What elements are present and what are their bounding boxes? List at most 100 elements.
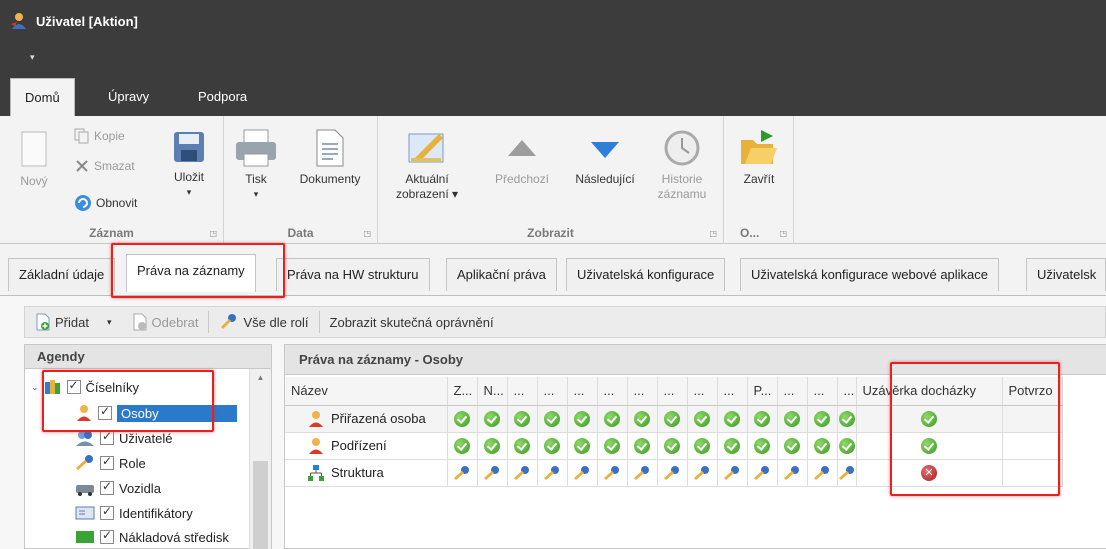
tree-item-role[interactable]: Role bbox=[75, 451, 146, 475]
permission-cell[interactable] bbox=[567, 432, 598, 460]
copy-button[interactable]: Kopie bbox=[74, 128, 125, 144]
permission-cell[interactable] bbox=[477, 405, 508, 433]
collapse-chevron-icon[interactable]: ⌄ bbox=[31, 382, 39, 393]
permission-cell[interactable] bbox=[687, 459, 718, 487]
column-header[interactable]: ... bbox=[657, 377, 688, 406]
permission-cell[interactable] bbox=[537, 405, 568, 433]
permission-cell[interactable] bbox=[447, 459, 478, 487]
permission-cell[interactable] bbox=[507, 459, 538, 487]
tab-prava-na-zaznamy[interactable]: Práva na záznamy bbox=[126, 254, 256, 292]
table-row[interactable]: Podřízení bbox=[285, 432, 1063, 460]
tree-item-ciselniky[interactable]: ⌄ Číselníky bbox=[31, 375, 139, 399]
next-button[interactable]: Následující bbox=[566, 128, 644, 187]
column-header[interactable]: P... bbox=[747, 377, 778, 406]
column-header[interactable]: Uzávěrka docházky bbox=[856, 377, 1003, 406]
column-header[interactable]: ... bbox=[837, 377, 857, 406]
tab-uzivatelska-konfigurace[interactable]: Uživatelská konfigurace bbox=[566, 258, 726, 291]
column-header[interactable]: ... bbox=[567, 377, 598, 406]
tree-item-osoby[interactable]: Osoby bbox=[75, 401, 237, 425]
tab-podpora[interactable]: Podpora bbox=[184, 78, 261, 116]
column-header[interactable]: ... bbox=[537, 377, 568, 406]
permission-cell[interactable] bbox=[657, 432, 688, 460]
print-button[interactable]: Tisk ▾ bbox=[232, 128, 280, 202]
tree-item-uzivatele[interactable]: Uživatelé bbox=[75, 426, 172, 450]
add-dropdown-icon[interactable]: ▾ bbox=[107, 317, 112, 328]
all-by-roles-button[interactable]: Vše dle rolí bbox=[209, 307, 318, 337]
current-view-button[interactable]: Aktuální zobrazení ▾ bbox=[384, 128, 470, 202]
tab-uzivatelska-konfigurace-web[interactable]: Uživatelská konfigurace webové aplikace bbox=[740, 258, 1000, 291]
scroll-up-icon[interactable]: ▲ bbox=[250, 373, 271, 382]
permission-cell[interactable] bbox=[627, 459, 658, 487]
tab-prava-na-hw-strukturu[interactable]: Práva na HW strukturu bbox=[276, 258, 430, 291]
column-header[interactable]: N... bbox=[477, 377, 508, 406]
permission-cell[interactable] bbox=[597, 459, 628, 487]
permission-cell[interactable] bbox=[807, 459, 838, 487]
checkbox-uzivatele[interactable] bbox=[100, 429, 114, 445]
tab-uzivatelsk-truncated[interactable]: Uživatelsk bbox=[1026, 258, 1106, 291]
column-header[interactable]: ... bbox=[507, 377, 538, 406]
history-button[interactable]: Historie záznamu bbox=[650, 128, 714, 202]
scroll-thumb[interactable] bbox=[253, 461, 268, 549]
column-header[interactable]: Z... bbox=[447, 377, 478, 406]
potvrzeni-cell[interactable] bbox=[1002, 432, 1063, 460]
row-name-cell[interactable]: Struktura bbox=[285, 459, 448, 487]
permission-cell[interactable] bbox=[747, 459, 778, 487]
column-header[interactable]: ... bbox=[687, 377, 718, 406]
delete-button[interactable]: Smazat bbox=[74, 158, 135, 174]
add-button[interactable]: Přidat ▾ bbox=[25, 307, 122, 337]
row-name-cell[interactable]: Přiřazená osoba bbox=[285, 405, 448, 433]
column-header[interactable]: ... bbox=[717, 377, 748, 406]
permission-cell[interactable] bbox=[837, 405, 857, 433]
permission-cell[interactable] bbox=[597, 432, 628, 460]
group-launcher-icon[interactable]: ◳ bbox=[709, 229, 717, 238]
permission-cell[interactable] bbox=[597, 405, 628, 433]
previous-button[interactable]: Předchozí bbox=[486, 128, 558, 187]
permission-cell[interactable] bbox=[537, 459, 568, 487]
permission-cell[interactable] bbox=[447, 405, 478, 433]
column-header[interactable]: Potvrzo bbox=[1002, 377, 1063, 406]
tree-item-identifikatory[interactable]: Identifikátory bbox=[75, 501, 193, 525]
quick-access-dropdown[interactable]: ▾ bbox=[30, 52, 35, 63]
permission-cell[interactable] bbox=[717, 459, 748, 487]
table-row[interactable]: Přiřazená osoba bbox=[285, 405, 1063, 433]
permission-cell[interactable] bbox=[627, 432, 658, 460]
permission-cell[interactable] bbox=[657, 405, 688, 433]
permission-cell[interactable] bbox=[807, 405, 838, 433]
potvrzeni-cell[interactable] bbox=[1002, 405, 1063, 433]
close-button[interactable]: Zavřít bbox=[732, 126, 786, 187]
tree-item-nakladova-strediska[interactable]: Nákladová středisk bbox=[75, 526, 229, 548]
permission-cell[interactable] bbox=[537, 432, 568, 460]
permission-cell[interactable] bbox=[777, 459, 808, 487]
permission-cell[interactable] bbox=[837, 459, 857, 487]
permission-cell[interactable] bbox=[747, 432, 778, 460]
column-header[interactable]: ... bbox=[777, 377, 808, 406]
tab-upravy[interactable]: Úpravy bbox=[94, 78, 163, 116]
group-launcher-icon[interactable]: ◳ bbox=[209, 229, 217, 238]
remove-button[interactable]: Odebrat bbox=[122, 307, 209, 337]
permission-cell[interactable] bbox=[507, 432, 538, 460]
checkbox-ciselniky[interactable] bbox=[66, 378, 81, 394]
permission-cell[interactable] bbox=[477, 459, 508, 487]
permission-cell[interactable] bbox=[477, 432, 508, 460]
checkbox-identifikatory[interactable] bbox=[100, 504, 114, 520]
permission-cell[interactable] bbox=[837, 432, 857, 460]
refresh-button[interactable]: Obnovit bbox=[74, 194, 137, 212]
column-header[interactable]: ... bbox=[597, 377, 628, 406]
permission-cell[interactable] bbox=[807, 432, 838, 460]
tree-item-vozidla[interactable]: Vozidla bbox=[75, 476, 161, 500]
permission-cell[interactable] bbox=[717, 432, 748, 460]
tab-zakladni-udaje[interactable]: Základní údaje bbox=[8, 258, 116, 291]
permission-cell[interactable] bbox=[717, 405, 748, 433]
show-effective-rights-button[interactable]: Zobrazit skutečná oprávnění bbox=[320, 307, 504, 337]
agendy-scrollbar[interactable]: ▲ bbox=[249, 369, 271, 549]
permission-cell[interactable] bbox=[507, 405, 538, 433]
permission-cell[interactable] bbox=[627, 405, 658, 433]
permission-cell[interactable] bbox=[567, 459, 598, 487]
permission-cell[interactable] bbox=[687, 432, 718, 460]
potvrzeni-cell[interactable] bbox=[1002, 459, 1063, 487]
save-button[interactable]: Uložit ▾ bbox=[166, 130, 212, 200]
tab-aplikacni-prava[interactable]: Aplikační práva bbox=[446, 258, 557, 291]
permission-cell[interactable] bbox=[567, 405, 598, 433]
group-launcher-icon[interactable]: ◳ bbox=[363, 229, 371, 238]
permission-cell[interactable] bbox=[657, 459, 688, 487]
